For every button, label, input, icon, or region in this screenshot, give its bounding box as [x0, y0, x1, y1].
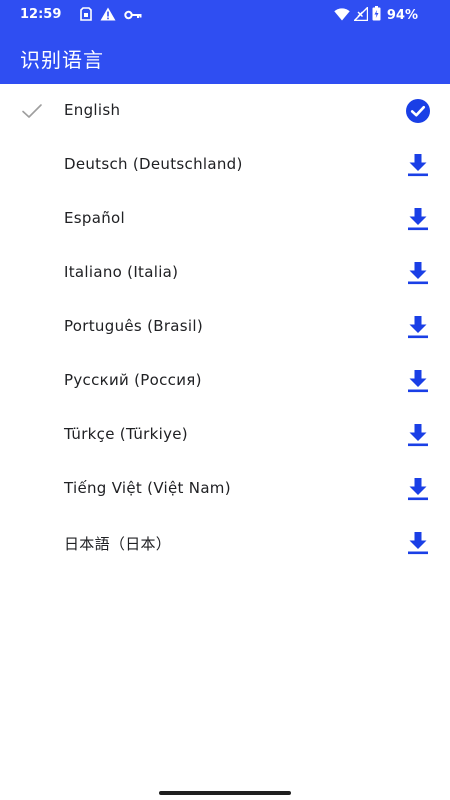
language-label: Türkçe (Türkiye)	[64, 425, 188, 443]
language-label: Русский (Россия)	[64, 371, 202, 389]
language-label: 日本語（日本）	[64, 535, 172, 553]
language-list: English Deutsch (Deutschland) Español It…	[0, 84, 450, 570]
language-row-russian[interactable]: Русский (Россия)	[0, 354, 450, 408]
battery-icon	[372, 5, 381, 25]
language-row-spanish[interactable]: Español	[0, 192, 450, 246]
navigation-bar	[0, 784, 450, 800]
download-icon[interactable]	[405, 368, 431, 394]
battery-percent: 94%	[386, 7, 418, 23]
download-icon[interactable]	[405, 152, 431, 178]
status-left-icons	[80, 6, 142, 25]
download-icon[interactable]	[405, 422, 431, 448]
check-circle-icon[interactable]	[405, 98, 431, 124]
language-row-english[interactable]: English	[0, 84, 450, 138]
status-bar: 12:59 94%	[0, 0, 450, 30]
language-label: Deutsch (Deutschland)	[64, 155, 243, 173]
wifi-icon	[334, 6, 350, 25]
vpn-key-icon	[124, 6, 142, 25]
language-row-vietnamese[interactable]: Tiếng Việt (Việt Nam)	[0, 462, 450, 516]
cell-signal-icon	[352, 5, 369, 25]
language-label: English	[64, 101, 121, 119]
download-icon[interactable]	[405, 314, 431, 340]
download-icon[interactable]	[405, 530, 431, 556]
language-label: Português (Brasil)	[64, 317, 203, 335]
language-row-japanese[interactable]: 日本語（日本）	[0, 516, 450, 570]
language-label: Tiếng Việt (Việt Nam)	[64, 479, 231, 497]
page-title: 识别语言	[20, 48, 104, 72]
download-icon[interactable]	[405, 206, 431, 232]
download-icon[interactable]	[405, 476, 431, 502]
download-icon[interactable]	[405, 260, 431, 286]
gesture-handle[interactable]	[159, 791, 291, 795]
language-row-portuguese[interactable]: Português (Brasil)	[0, 300, 450, 354]
app-bar: 识别语言	[0, 30, 450, 84]
language-row-turkish[interactable]: Türkçe (Türkiye)	[0, 408, 450, 462]
status-time: 12:59	[20, 7, 62, 22]
language-row-german[interactable]: Deutsch (Deutschland)	[0, 138, 450, 192]
status-right-icons: 94%	[334, 5, 418, 25]
language-label: Italiano (Italia)	[64, 263, 179, 281]
language-label: Español	[64, 209, 125, 227]
warning-icon	[100, 6, 116, 25]
sim-icon	[80, 6, 92, 25]
language-row-italian[interactable]: Italiano (Italia)	[0, 246, 450, 300]
selected-check-icon	[20, 101, 44, 121]
